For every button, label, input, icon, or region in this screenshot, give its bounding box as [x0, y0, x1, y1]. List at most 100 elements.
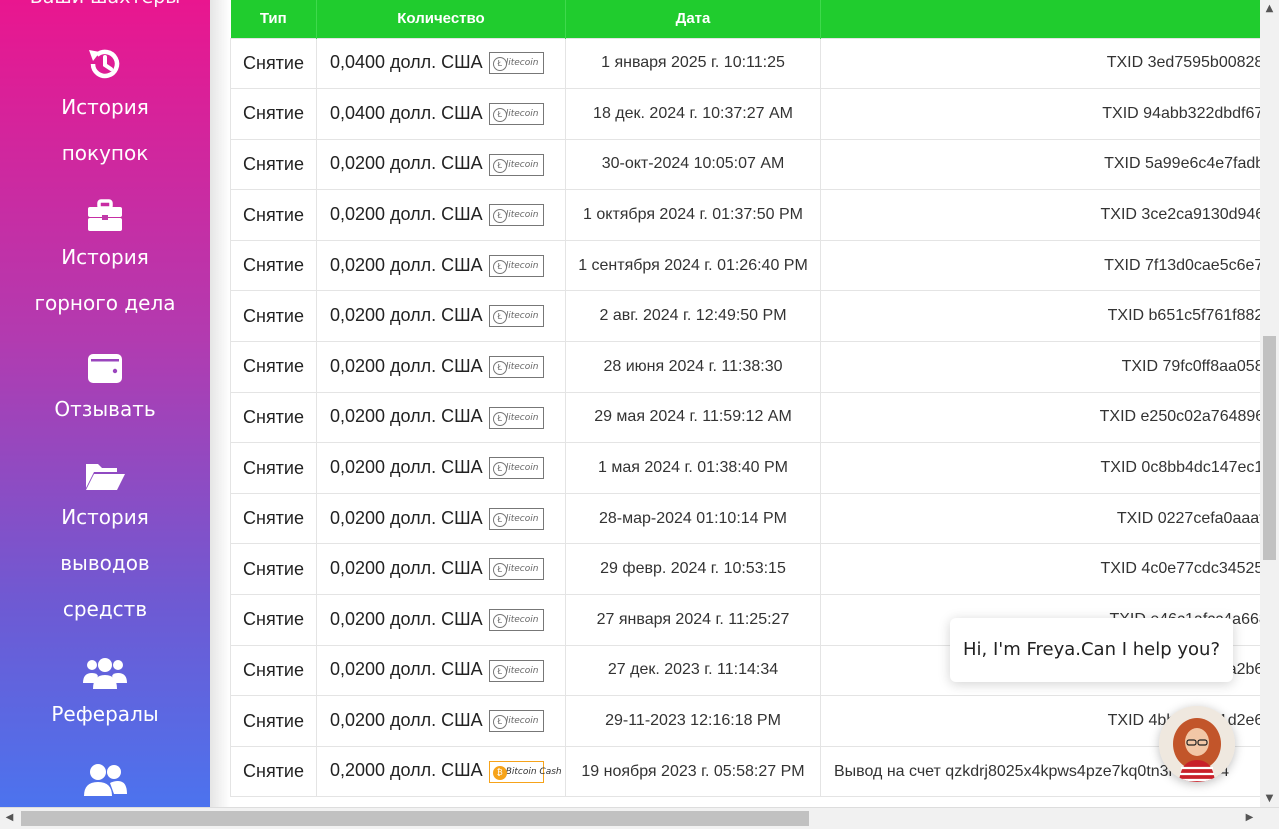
folder-open-icon: [86, 464, 125, 490]
cell-amount: 0,0200 долл. СШАlitecoin: [316, 594, 566, 646]
cell-amount: 0,0200 долл. СШАlitecoin: [316, 695, 566, 747]
amount-value: 0,0200 долл. США: [330, 305, 483, 326]
cell-amount: 0,0200 долл. СШАlitecoin: [316, 492, 566, 545]
column-header-date[interactable]: Дата: [565, 0, 821, 38]
cell-type: Снятие: [230, 37, 317, 90]
sidebar-item-label: выводов: [60, 551, 150, 575]
cell-type: Снятие: [230, 290, 317, 343]
sidebar-item-miners-label[interactable]: Ваши шахтеры: [0, 0, 210, 8]
cell-txid[interactable]: TXID 94abb322dbdf67b14: [820, 88, 1260, 140]
cell-txid[interactable]: TXID 4c0e77cdc3452575d: [820, 543, 1260, 596]
amount-value: 0,0200 долл. США: [330, 456, 483, 477]
sidebar-item-purchase-history[interactable]: История покупок: [0, 44, 210, 176]
cell-date: 29-11-2023 12:16:18 PM: [565, 695, 821, 747]
cell-type: Снятие: [230, 492, 317, 545]
amount-value: 0,0200 долл. США: [330, 558, 483, 579]
cell-date: 27 дек. 2023 г. 11:14:34: [565, 644, 821, 697]
litecoin-logo-icon: litecoin: [488, 608, 544, 631]
avatar-portrait-icon: [1159, 706, 1235, 782]
scroll-right-arrow-icon[interactable]: ▶: [1240, 808, 1259, 830]
cell-amount: 0,0200 долл. СШАlitecoin: [316, 391, 566, 444]
column-header-type[interactable]: Тип: [230, 0, 317, 38]
scroll-down-arrow-icon[interactable]: ▼: [1260, 790, 1279, 807]
sidebar-item-mining-history[interactable]: История горного дела: [0, 198, 210, 326]
table-row: Снятие0,0200 долл. СШАlitecoin1 октября …: [230, 189, 1260, 241]
column-header-txid[interactable]: [820, 0, 1260, 38]
table-row: Снятие0,0200 долл. СШАlitecoin29-11-2023…: [230, 695, 1260, 747]
litecoin-logo-icon: litecoin: [488, 558, 544, 581]
sidebar-item-label: горного дела: [34, 291, 176, 315]
cell-type: Снятие: [230, 745, 317, 798]
history-icon: [89, 49, 120, 79]
sidebar-item-label: История: [61, 505, 149, 529]
amount-value: 0,0200 долл. США: [330, 203, 483, 224]
litecoin-logo-icon: litecoin: [488, 254, 544, 277]
table-row: Снятие0,0200 долл. СШАlitecoin29 мая 202…: [230, 391, 1260, 444]
cell-txid[interactable]: TXID 0c8bb4dc147ec1824: [820, 442, 1260, 494]
cell-date: 1 октября 2024 г. 01:37:50 PM: [565, 189, 821, 241]
litecoin-logo-icon: litecoin: [488, 153, 544, 176]
horizontal-scroll-thumb[interactable]: [21, 811, 809, 826]
scroll-up-arrow-icon[interactable]: ▲: [1260, 0, 1279, 17]
sidebar: Ваши шахтеры История покупок История гор…: [0, 0, 210, 807]
table-row: Снятие0,0200 долл. СШАlitecoin29 февр. 2…: [230, 543, 1260, 596]
amount-value: 0,0200 долл. США: [330, 406, 483, 427]
horizontal-scrollbar[interactable]: ◀ ▶: [0, 807, 1279, 829]
withdrawals-table-container: Тип Количество Дата Снятие 0,0400 долл. С…: [230, 0, 1260, 807]
litecoin-logo-icon: litecoin: [488, 406, 544, 429]
table-row: Снятие0,0400 долл. СШАlitecoin18 дек. 20…: [230, 88, 1260, 140]
cell-amount: 0,0200 долл. СШАlitecoin: [316, 138, 566, 191]
cell-type: Снятие: [230, 442, 317, 494]
column-header-amount[interactable]: Количество: [316, 0, 566, 38]
cell-txid[interactable]: TXID 0227cefa0aaafbbff: [820, 492, 1260, 545]
sidebar-item-team[interactable]: [0, 762, 210, 798]
sidebar-item-referrals[interactable]: Рефералы: [0, 655, 210, 737]
sidebar-item-withdrawal-history[interactable]: История выводов средств: [0, 458, 210, 632]
vertical-scroll-thumb[interactable]: [1263, 336, 1276, 560]
litecoin-logo-icon: litecoin: [488, 507, 544, 530]
amount-value: 0,0200 долл. США: [330, 153, 483, 174]
table-row: Снятие0,0200 долл. СШАlitecoin1 сентября…: [230, 239, 1260, 292]
bitcoin-cash-logo-icon: Bitcoin Cash: [488, 760, 562, 783]
amount-value: 0,0200 долл. США: [330, 254, 483, 275]
cell-txid[interactable]: TXID 5a99e6c4e7fadbdac: [820, 138, 1260, 191]
amount-value: 0,0400 долл. США: [330, 52, 483, 73]
litecoin-logo-icon: litecoin: [488, 355, 544, 378]
scroll-left-arrow-icon[interactable]: ◀: [0, 808, 19, 830]
cell-txid[interactable]: TXID 7f13d0cae5c6e77a9: [820, 239, 1260, 292]
litecoin-logo-icon: litecoin: [488, 305, 544, 328]
amount-value: 0,2000 долл. США: [330, 760, 483, 781]
sidebar-item-label: покупок: [61, 141, 149, 165]
cell-txid[interactable]: TXID 79fc0ff8aa0585ff1: [820, 341, 1260, 393]
cell-txid[interactable]: TXID b651c5f761f8826ad: [820, 290, 1260, 343]
cell-date: 1 мая 2024 г. 01:38:40 PM: [565, 442, 821, 494]
vertical-scrollbar[interactable]: ▲ ▼: [1260, 0, 1279, 807]
amount-value: 0,0200 долл. США: [330, 608, 483, 629]
cell-date: 2 авг. 2024 г. 12:49:50 PM: [565, 290, 821, 343]
cell-type: Снятие: [230, 391, 317, 444]
table-row: Снятие0,0200 долл. СШАlitecoin30-окт-202…: [230, 138, 1260, 191]
cell-amount: 0,0200 долл. СШАlitecoin: [316, 341, 566, 393]
cell-type: Снятие: [230, 189, 317, 241]
cell-txid[interactable]: TXID e250c02a764896e2c: [820, 391, 1260, 444]
table-row: Снятие0,0400 долл. СШАlitecoin1 января 2…: [230, 37, 1260, 90]
litecoin-logo-icon: litecoin: [488, 52, 544, 75]
sidebar-item-withdraw[interactable]: Отзывать: [0, 350, 210, 432]
cell-date: 29 мая 2024 г. 11:59:12 AM: [565, 391, 821, 444]
cell-date: 30-окт-2024 10:05:07 AM: [565, 138, 821, 191]
cell-amount: 0,0400 долл. СШАlitecoin: [316, 37, 566, 90]
cell-date: 28-мар-2024 01:10:14 PM: [565, 492, 821, 545]
chat-assistant-avatar[interactable]: [1159, 706, 1235, 782]
cell-date: 18 дек. 2024 г. 10:37:27 AM: [565, 88, 821, 140]
amount-value: 0,0400 долл. США: [330, 102, 483, 123]
cell-amount: 0,0200 долл. СШАlitecoin: [316, 543, 566, 596]
chat-greeting-bubble[interactable]: Hi, I'm Freya.Can I help you?: [950, 618, 1233, 682]
cell-type: Снятие: [230, 138, 317, 191]
cell-txid[interactable]: TXID 3ce2ca9130d9466c2: [820, 189, 1260, 241]
table-header-row: Тип Количество Дата: [230, 0, 1260, 38]
amount-value: 0,0200 долл. США: [330, 507, 483, 528]
cell-amount: 0,0200 долл. СШАlitecoin: [316, 189, 566, 241]
amount-value: 0,0200 долл. США: [330, 355, 483, 376]
cell-txid[interactable]: TXID 3ed7595b00828976: [820, 37, 1260, 90]
cell-amount: 0,0200 долл. СШАlitecoin: [316, 290, 566, 343]
